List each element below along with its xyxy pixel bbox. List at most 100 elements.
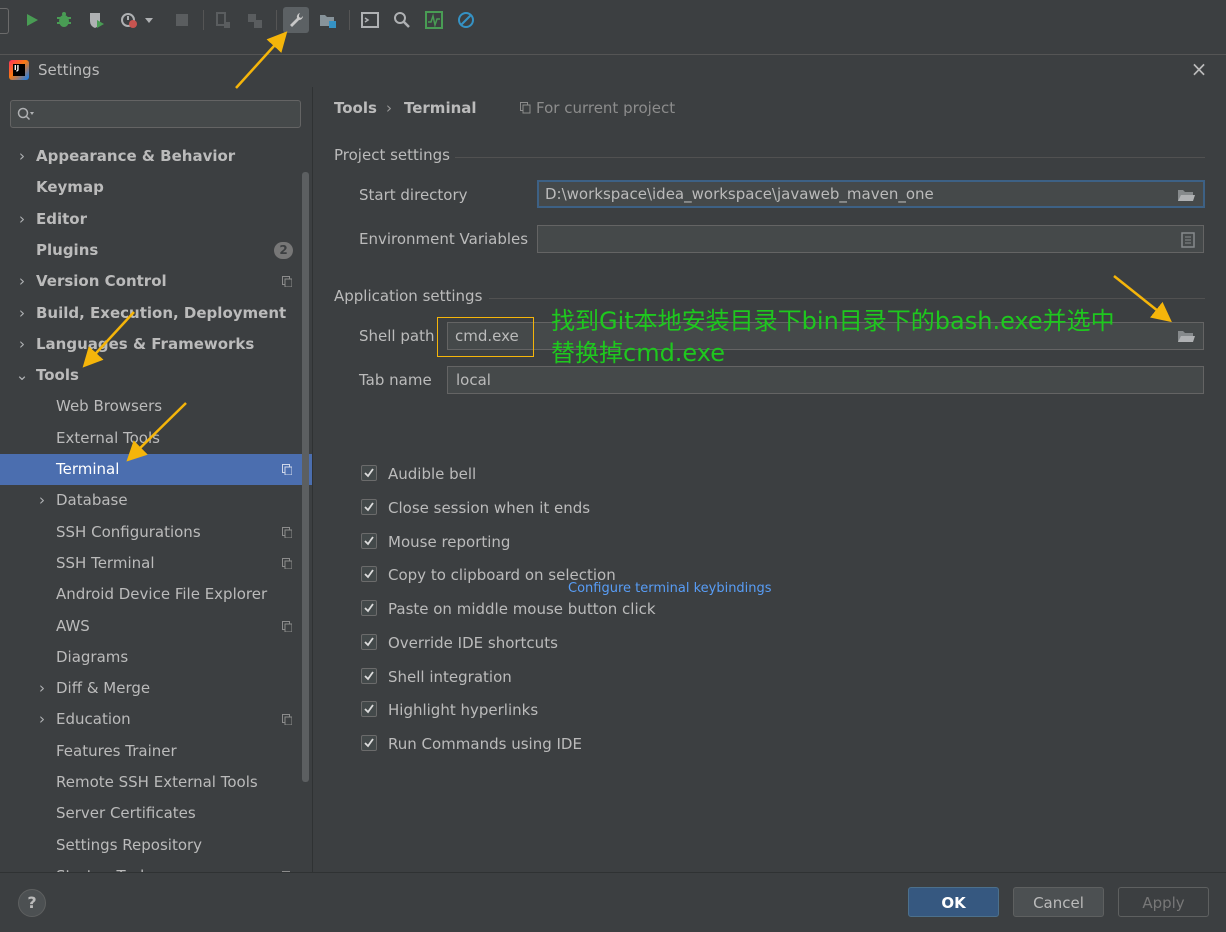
- checkbox-label: Override IDE shortcuts: [388, 634, 558, 652]
- sidebar-item-label: Database: [56, 491, 128, 510]
- sidebar-item-label: Plugins: [36, 240, 99, 259]
- settings-search-input[interactable]: [10, 100, 301, 128]
- checkbox[interactable]: [361, 533, 377, 549]
- project-scope-icon: [282, 714, 292, 726]
- checkbox[interactable]: [361, 634, 377, 650]
- checkbox-label: Audible bell: [388, 465, 477, 483]
- checkbox[interactable]: [361, 566, 377, 582]
- sidebar-item[interactable]: › Diff & Merge: [0, 673, 312, 704]
- chevron-right-icon[interactable]: ›: [35, 673, 49, 704]
- sidebar-item[interactable]: AWS: [0, 611, 312, 642]
- checkbox-label: Paste on middle mouse button click: [388, 600, 656, 618]
- checkbox[interactable]: [361, 701, 377, 717]
- settings-wrench-icon[interactable]: [283, 7, 309, 33]
- sidebar-item[interactable]: › Languages & Frameworks: [0, 329, 312, 360]
- chevron-right-icon[interactable]: ›: [15, 141, 29, 172]
- cancel-button[interactable]: Cancel: [1013, 887, 1104, 917]
- breadcrumb-parent[interactable]: Tools: [334, 99, 377, 117]
- sidebar-item-label: Build, Execution, Deployment: [36, 303, 287, 322]
- checkbox[interactable]: [361, 668, 377, 684]
- sidebar-item[interactable]: External Tools: [0, 423, 312, 454]
- project-settings-title: Project settings: [334, 146, 450, 164]
- profiler-icon[interactable]: [118, 8, 142, 32]
- sidebar-item[interactable]: Features Trainer: [0, 736, 312, 767]
- scope-label: For current project: [536, 99, 676, 117]
- sidebar-item[interactable]: Keymap: [0, 172, 312, 203]
- chevron-right-icon[interactable]: ›: [35, 704, 49, 735]
- stop-icon[interactable]: [170, 8, 194, 32]
- settings-content: Tools › Terminal For current project Pro…: [313, 87, 1226, 872]
- sidebar-item[interactable]: › Editor: [0, 204, 312, 235]
- sidebar-item-label: Education: [56, 710, 131, 729]
- ok-button[interactable]: OK: [908, 887, 999, 917]
- sidebar-item[interactable]: Terminal: [0, 454, 312, 485]
- activity-monitor-icon[interactable]: [422, 8, 446, 32]
- run-config-combo[interactable]: [0, 8, 9, 34]
- power-save-icon[interactable]: [454, 8, 478, 32]
- run-icon[interactable]: [20, 8, 44, 32]
- sidebar-item[interactable]: Android Device File Explorer: [0, 579, 312, 610]
- attach-debugger-icon[interactable]: [211, 8, 235, 32]
- help-button[interactable]: ?: [18, 889, 46, 917]
- sidebar-item[interactable]: Remote SSH External Tools: [0, 767, 312, 798]
- sidebar-item[interactable]: Diagrams: [0, 642, 312, 673]
- debug-icon[interactable]: [52, 8, 76, 32]
- checkbox[interactable]: [361, 465, 377, 481]
- search-icon: [17, 107, 34, 121]
- configure-keybindings-link[interactable]: Configure terminal keybindings: [568, 581, 772, 596]
- document-icon[interactable]: [1181, 232, 1195, 248]
- terminal-icon[interactable]: [358, 8, 382, 32]
- chevron-down-icon[interactable]: ⌄: [15, 360, 29, 391]
- sidebar-item[interactable]: SSH Terminal: [0, 548, 312, 579]
- sidebar-scrollbar[interactable]: [302, 172, 309, 782]
- project-scope-icon: [282, 620, 292, 632]
- checkbox[interactable]: [361, 600, 377, 616]
- folder-icon[interactable]: [1177, 188, 1195, 202]
- chevron-down-icon[interactable]: [142, 8, 156, 32]
- checkmark-icon: [364, 738, 374, 748]
- sidebar-item-label: Languages & Frameworks: [36, 334, 255, 353]
- project-scope-icon: [282, 276, 292, 288]
- sidebar-item[interactable]: Server Certificates: [0, 798, 312, 829]
- search-text[interactable]: [37, 103, 296, 127]
- chevron-right-icon[interactable]: ›: [15, 298, 29, 329]
- chevron-right-icon[interactable]: ›: [15, 266, 29, 297]
- sidebar-item[interactable]: › Appearance & Behavior: [0, 141, 312, 172]
- sidebar-item[interactable]: Web Browsers: [0, 391, 312, 422]
- sidebar-item[interactable]: SSH Configurations: [0, 517, 312, 548]
- chevron-right-icon[interactable]: ›: [15, 329, 29, 360]
- sidebar-item[interactable]: › Version Control: [0, 266, 312, 297]
- project-scope-icon: [282, 557, 292, 569]
- checkmark-icon: [364, 637, 374, 647]
- sidebar-item[interactable]: › Build, Execution, Deployment: [0, 298, 312, 329]
- tab-name-field[interactable]: local: [447, 366, 1204, 394]
- folder-icon[interactable]: [1177, 329, 1195, 343]
- close-icon[interactable]: ×: [1188, 58, 1210, 80]
- sidebar-item[interactable]: Settings Repository: [0, 830, 312, 861]
- sidebar-item[interactable]: › Education: [0, 704, 312, 735]
- sidebar-item-label: Keymap: [36, 178, 104, 197]
- checkbox[interactable]: [361, 735, 377, 751]
- sidebar-item-label: Android Device File Explorer: [56, 585, 268, 604]
- coverage-icon[interactable]: [84, 8, 108, 32]
- env-vars-field[interactable]: [537, 225, 1204, 253]
- checkmark-icon: [364, 569, 374, 579]
- build-artifacts-icon[interactable]: [243, 8, 267, 32]
- apply-button[interactable]: Apply: [1118, 887, 1209, 917]
- tab-name-value: local: [456, 371, 491, 389]
- sidebar-item-label: SSH Terminal: [56, 553, 155, 572]
- sidebar-item[interactable]: Plugins 2: [0, 235, 312, 266]
- project-scope-icon: [520, 102, 531, 114]
- ide-navigation-strip: [0, 40, 1226, 55]
- project-structure-icon[interactable]: [316, 8, 340, 32]
- sidebar-item-label: Remote SSH External Tools: [56, 773, 258, 791]
- chevron-right-icon[interactable]: ›: [15, 204, 29, 235]
- sidebar-item[interactable]: ⌄ Tools: [0, 360, 312, 391]
- checkbox[interactable]: [361, 499, 377, 515]
- sidebar-item[interactable]: Startup Tasks: [0, 861, 312, 872]
- search-everywhere-icon[interactable]: [390, 8, 414, 32]
- sidebar-item-label: Server Certificates: [56, 804, 196, 823]
- chevron-right-icon[interactable]: ›: [35, 485, 49, 516]
- start-directory-field[interactable]: D:\workspace\idea_workspace\javaweb_mave…: [537, 180, 1205, 208]
- sidebar-item[interactable]: › Database: [0, 485, 312, 516]
